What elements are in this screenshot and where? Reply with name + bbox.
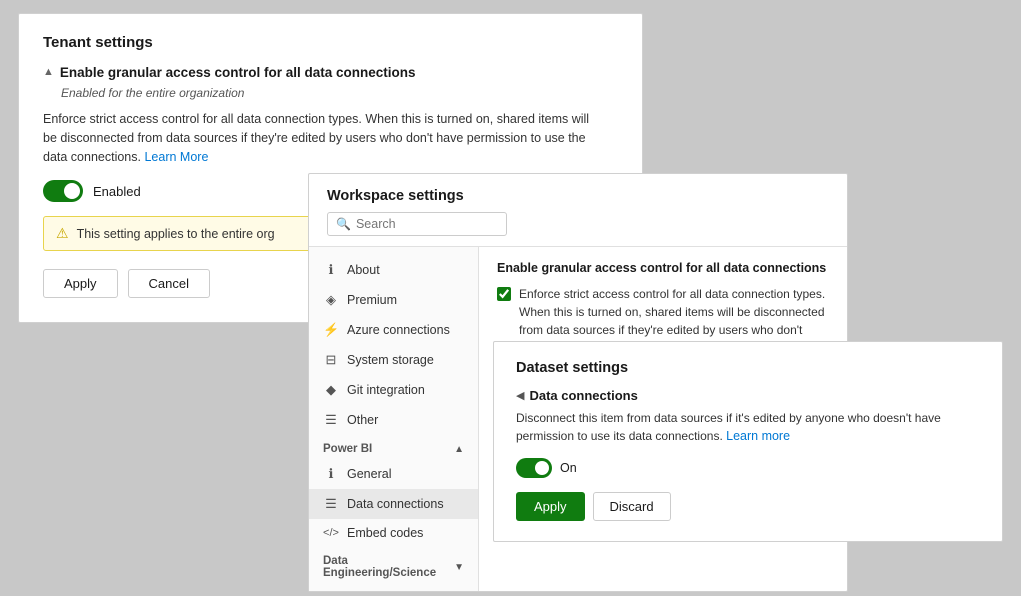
git-icon: ◆	[323, 382, 339, 398]
tenant-toggle-label: Enabled	[93, 184, 141, 199]
tenant-description: Enforce strict access control for all da…	[43, 110, 603, 166]
azure-icon: ⚡	[323, 322, 339, 338]
search-icon: 🔍	[336, 217, 351, 231]
ws-nav-azure-label: Azure connections	[347, 323, 450, 337]
ws-nav-other-label: Other	[347, 413, 378, 427]
tenant-panel-title: Tenant settings	[43, 34, 618, 51]
warning-icon: ⚠	[56, 225, 69, 242]
warning-text: This setting applies to the entire org	[77, 227, 275, 241]
other-icon: ☰	[323, 412, 339, 428]
ws-nav-data-connections-label: Data connections	[347, 497, 444, 511]
dataset-toggle[interactable]	[516, 458, 552, 478]
ws-nav-azure[interactable]: ⚡ Azure connections	[309, 315, 478, 345]
chevron-icon: ▲	[43, 66, 54, 78]
data-engineering-label: DataEngineering/Science	[323, 555, 436, 579]
ws-nav-data-connections[interactable]: ☰ Data connections	[309, 489, 478, 519]
ws-nav-other[interactable]: ☰ Other	[309, 405, 478, 435]
ws-nav-power-bi-section: Power BI ▲	[309, 435, 478, 459]
ws-nav-about[interactable]: ℹ About	[309, 255, 478, 285]
ws-nav-general[interactable]: ℹ General	[309, 459, 478, 489]
tenant-section-header: ▲ Enable granular access control for all…	[43, 65, 618, 80]
tenant-learn-more-link[interactable]: Learn More	[144, 150, 208, 164]
ws-nav-about-label: About	[347, 263, 380, 277]
ws-nav-embed-codes-label: Embed codes	[347, 526, 423, 540]
ws-nav-git-label: Git integration	[347, 383, 425, 397]
data-engineering-chevron-icon: ▼	[454, 562, 464, 573]
dataset-description: Disconnect this item from data sources i…	[516, 409, 980, 446]
dataset-apply-button[interactable]: Apply	[516, 492, 585, 521]
tenant-apply-button[interactable]: Apply	[43, 269, 118, 298]
data-connections-icon: ☰	[323, 496, 339, 512]
dataset-discard-button[interactable]: Discard	[593, 492, 671, 521]
dataset-settings-panel: Dataset settings ◀ Data connections Disc…	[493, 341, 1003, 542]
dataset-panel-title: Dataset settings	[516, 360, 980, 376]
ws-content-title: Enable granular access control for all d…	[497, 261, 829, 275]
power-bi-chevron-icon: ▲	[454, 444, 464, 455]
dataset-learn-more-link[interactable]: Learn more	[726, 429, 790, 443]
workspace-panel-title: Workspace settings	[327, 188, 829, 204]
tenant-toggle[interactable]	[43, 180, 83, 202]
dataset-button-row: Apply Discard	[516, 492, 980, 521]
dataset-toggle-row: On	[516, 458, 980, 478]
ws-nav-premium[interactable]: ◈ Premium	[309, 285, 478, 315]
tenant-cancel-button[interactable]: Cancel	[128, 269, 210, 298]
tenant-section-title: Enable granular access control for all d…	[60, 65, 416, 80]
general-icon: ℹ	[323, 466, 339, 482]
ws-nav-storage-label: System storage	[347, 353, 434, 367]
ws-nav-general-label: General	[347, 467, 391, 481]
embed-codes-icon: </>	[323, 527, 339, 539]
workspace-nav: ℹ About ◈ Premium ⚡ Azure connections ⊟ …	[309, 247, 479, 591]
storage-icon: ⊟	[323, 352, 339, 368]
workspace-panel-header: Workspace settings 🔍	[309, 174, 847, 247]
premium-icon: ◈	[323, 292, 339, 308]
ws-content-checkbox[interactable]	[497, 287, 511, 301]
dataset-chevron-icon: ◀	[516, 389, 524, 402]
ws-nav-embed-codes[interactable]: </> Embed codes	[309, 519, 478, 547]
ws-nav-storage[interactable]: ⊟ System storage	[309, 345, 478, 375]
tenant-section-subtitle: Enabled for the entire organization	[61, 86, 618, 100]
ws-nav-premium-label: Premium	[347, 293, 397, 307]
about-icon: ℹ	[323, 262, 339, 278]
workspace-search-input[interactable]	[356, 217, 496, 231]
ws-nav-data-engineering-section: DataEngineering/Science ▼	[309, 547, 478, 583]
dataset-on-label: On	[560, 461, 577, 475]
power-bi-section-label: Power BI	[323, 443, 372, 455]
ws-nav-git[interactable]: ◆ Git integration	[309, 375, 478, 405]
dataset-section-title: Data connections	[529, 388, 637, 403]
workspace-search-box[interactable]: 🔍	[327, 212, 507, 236]
dataset-section-header: ◀ Data connections	[516, 388, 980, 403]
